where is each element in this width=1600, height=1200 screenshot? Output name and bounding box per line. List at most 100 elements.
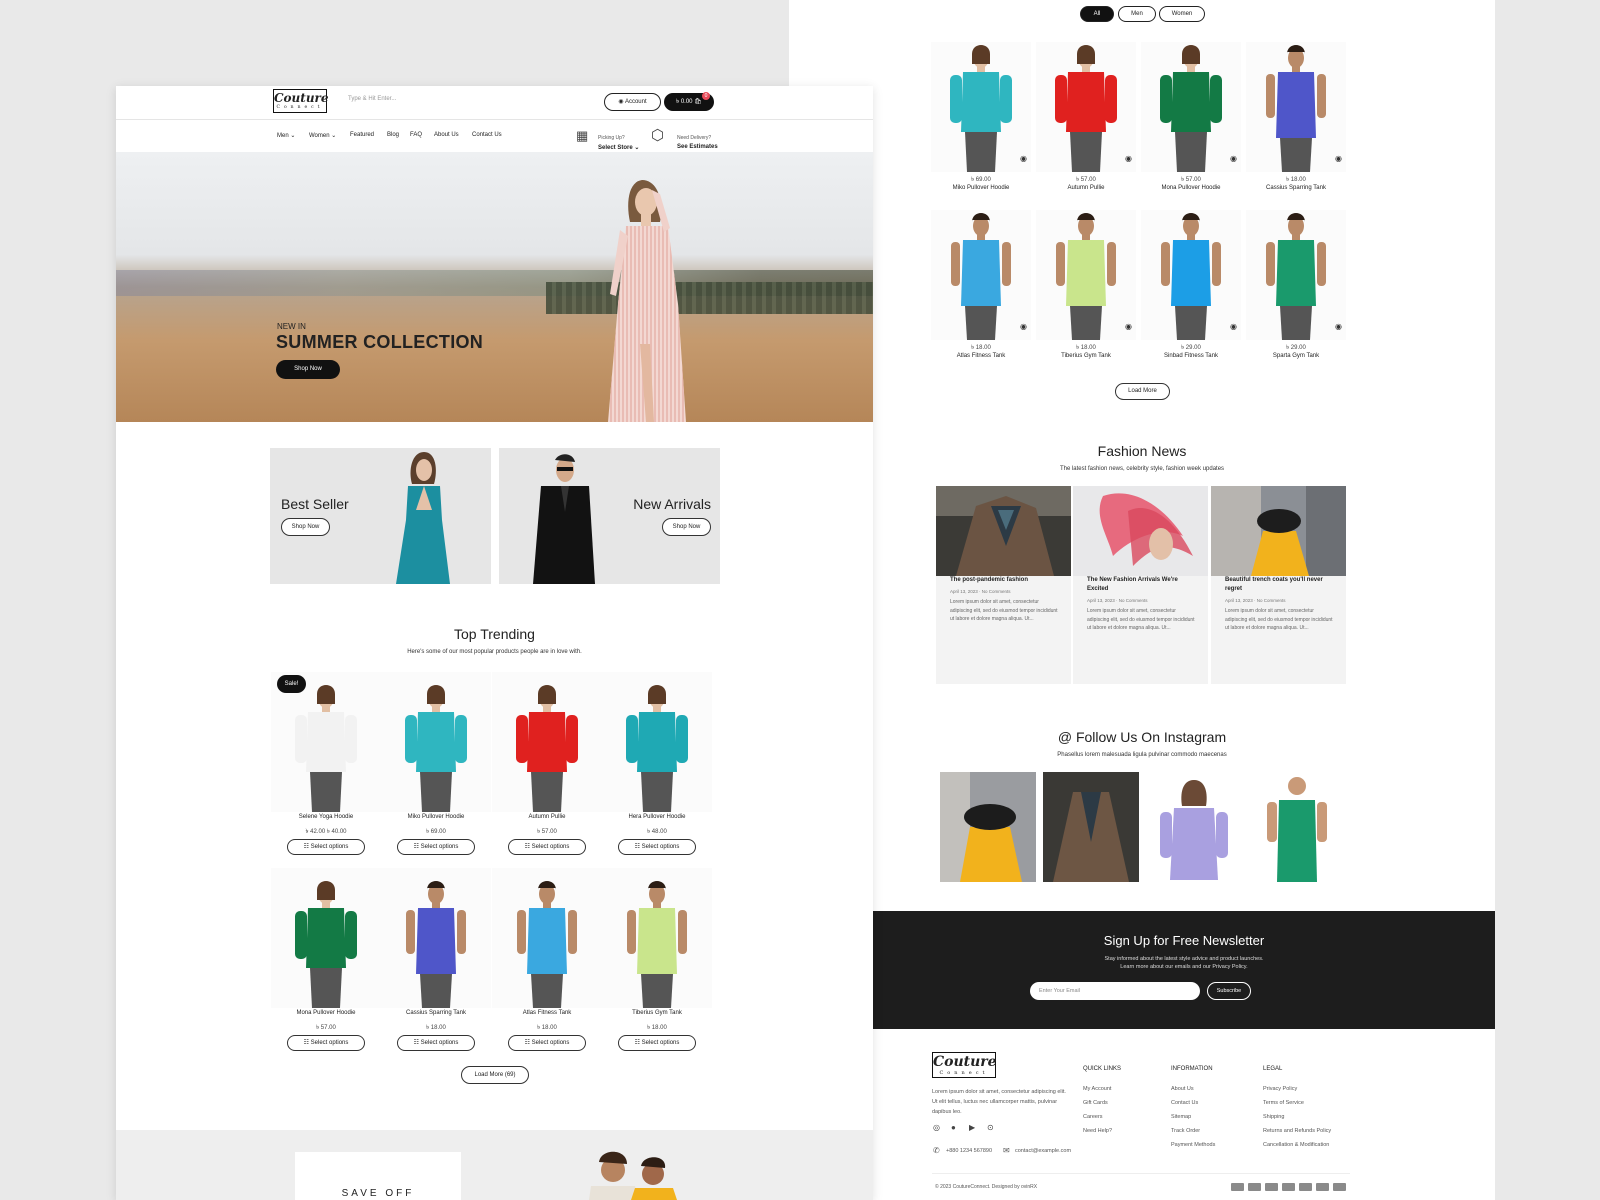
product-image[interactable] xyxy=(1141,42,1241,172)
product-name[interactable]: Mona Pullover Hoodie xyxy=(1141,185,1241,191)
product-image[interactable] xyxy=(602,868,712,1008)
product-card[interactable]: Mona Pullover Hoodie ৳ 57.00 ☷ Select opti… xyxy=(271,868,381,1056)
product-card[interactable]: ◉ ৳ 57.00 Mona Pullover Hoodie xyxy=(1141,42,1241,202)
footer-phone[interactable]: +880 1234 567890 xyxy=(946,1148,992,1154)
product-card[interactable]: ◉ ৳ 69.00 Miko Pullover Hoodie xyxy=(931,42,1031,202)
footer-link[interactable]: Privacy Policy xyxy=(1263,1086,1297,1092)
product-card[interactable]: ◉ ৳ 29.00 Sinbad Fitness Tank xyxy=(1141,210,1241,370)
product-card[interactable]: Tiberius Gym Tank ৳ 18.00 ☷ Select options xyxy=(602,868,712,1056)
pickup-select[interactable]: Picking Up? Select Store ⌄ xyxy=(598,126,639,151)
product-image[interactable] xyxy=(381,868,491,1008)
news-post-title[interactable]: Beautiful trench coats you'll never regr… xyxy=(1225,576,1335,594)
quick-view-icon[interactable]: ◉ xyxy=(1335,154,1342,163)
nav-item-contact[interactable]: Contact Us xyxy=(472,132,502,138)
product-image[interactable] xyxy=(1246,210,1346,340)
footer-link[interactable]: Need Help? xyxy=(1083,1128,1112,1134)
banner-shop-now-button[interactable]: Shop Now xyxy=(281,518,330,536)
subscribe-button[interactable]: Subscribe xyxy=(1207,982,1251,1000)
select-options-button[interactable]: ☷ Select options xyxy=(287,839,365,855)
news-post-title[interactable]: The post-pandemic fashion xyxy=(950,576,1060,585)
news-card[interactable]: The post-pandemic fashion April 13, 2023… xyxy=(936,486,1071,684)
select-options-button[interactable]: ☷ Select options xyxy=(397,1035,475,1051)
product-name[interactable]: Selene Yoga Hoodie xyxy=(271,814,381,820)
instagram-icon[interactable]: ◎ xyxy=(933,1123,940,1132)
nav-item-faq[interactable]: FAQ xyxy=(410,132,422,138)
news-card[interactable]: The New Fashion Arrivals We're Excited A… xyxy=(1073,486,1208,684)
product-name[interactable]: Miko Pullover Hoodie xyxy=(931,185,1031,191)
product-name[interactable]: Hera Pullover Hoodie xyxy=(602,814,712,820)
select-options-button[interactable]: ☷ Select options xyxy=(618,839,696,855)
pinterest-icon[interactable]: ⊙ xyxy=(987,1123,994,1132)
product-name[interactable]: Miko Pullover Hoodie xyxy=(381,814,491,820)
select-options-button[interactable]: ☷ Select options xyxy=(287,1035,365,1051)
product-image[interactable] xyxy=(1246,42,1346,172)
search-input[interactable]: Type & Hit Enter... xyxy=(348,96,396,102)
footer-link[interactable]: Payment Methods xyxy=(1171,1142,1215,1148)
product-image[interactable] xyxy=(602,672,712,812)
product-name[interactable]: Tiberius Gym Tank xyxy=(1036,353,1136,359)
product-name[interactable]: Atlas Fitness Tank xyxy=(492,1010,602,1016)
product-name[interactable]: Sparta Gym Tank xyxy=(1246,353,1346,359)
nav-item-men[interactable]: Men ⌄ xyxy=(277,132,295,139)
select-options-button[interactable]: ☷ Select options xyxy=(508,839,586,855)
facebook-icon[interactable]: ● xyxy=(951,1123,956,1132)
instagram-photo[interactable] xyxy=(1146,772,1242,882)
product-card[interactable]: ◉ ৳ 18.00 Tiberius Gym Tank xyxy=(1036,210,1136,370)
quick-view-icon[interactable]: ◉ xyxy=(1125,322,1132,331)
product-image[interactable] xyxy=(492,868,602,1008)
product-name[interactable]: Cassius Sparring Tank xyxy=(1246,185,1346,191)
product-card[interactable]: ◉ ৳ 29.00 Sparta Gym Tank xyxy=(1246,210,1346,370)
best-seller-banner[interactable]: Best Seller Shop Now xyxy=(270,448,491,584)
product-name[interactable]: Sinbad Fitness Tank xyxy=(1141,353,1241,359)
instagram-photo[interactable] xyxy=(1043,772,1139,882)
tab-all[interactable]: All xyxy=(1080,6,1114,22)
product-image[interactable] xyxy=(271,868,381,1008)
footer-link[interactable]: Terms of Service xyxy=(1263,1100,1304,1106)
footer-email[interactable]: contact@example.com xyxy=(1015,1148,1071,1154)
tab-men[interactable]: Men xyxy=(1118,6,1156,22)
product-card[interactable]: Hera Pullover Hoodie ৳ 48.00 ☷ Select opti… xyxy=(602,672,712,860)
youtube-icon[interactable]: ▶ xyxy=(969,1123,975,1132)
product-card[interactable]: ◉ ৳ 57.00 Autumn Pullie xyxy=(1036,42,1136,202)
footer-link[interactable]: Returns and Refunds Policy xyxy=(1263,1128,1331,1134)
footer-link[interactable]: Careers xyxy=(1083,1114,1103,1120)
instagram-photo[interactable] xyxy=(1249,772,1345,882)
quick-view-icon[interactable]: ◉ xyxy=(1020,322,1027,331)
newsletter-email-input[interactable]: Enter Your Email xyxy=(1030,982,1200,1000)
footer-link[interactable]: Shipping xyxy=(1263,1114,1284,1120)
product-card[interactable]: Miko Pullover Hoodie ৳ 69.00 ☷ Select opti… xyxy=(381,672,491,860)
product-name[interactable]: Mona Pullover Hoodie xyxy=(271,1010,381,1016)
instagram-photo[interactable] xyxy=(940,772,1036,882)
footer-link[interactable]: Cancellation & Modification xyxy=(1263,1142,1329,1148)
product-card[interactable]: Atlas Fitness Tank ৳ 18.00 ☷ Select option… xyxy=(492,868,602,1056)
quick-view-icon[interactable]: ◉ xyxy=(1230,154,1237,163)
product-image[interactable] xyxy=(271,672,381,812)
product-name[interactable]: Cassius Sparring Tank xyxy=(381,1010,491,1016)
product-image[interactable] xyxy=(1036,42,1136,172)
banner-shop-now-button[interactable]: Shop Now xyxy=(662,518,711,536)
product-image[interactable] xyxy=(492,672,602,812)
product-image[interactable] xyxy=(931,210,1031,340)
quick-view-icon[interactable]: ◉ xyxy=(1335,322,1342,331)
news-post-title[interactable]: The New Fashion Arrivals We're Excited xyxy=(1087,576,1197,594)
newsletter-privacy-line[interactable]: Learn more about our emails and our Priv… xyxy=(1120,964,1247,970)
footer-link[interactable]: Contact Us xyxy=(1171,1100,1198,1106)
nav-item-featured[interactable]: Featured xyxy=(350,132,374,138)
trending-load-more-button[interactable]: Load More (69) xyxy=(461,1066,529,1084)
product-card[interactable]: Autumn Pullie ৳ 57.00 ☷ Select options xyxy=(492,672,602,860)
product-card[interactable]: ◉ ৳ 18.00 Cassius Sparring Tank xyxy=(1246,42,1346,202)
quick-view-icon[interactable]: ◉ xyxy=(1125,154,1132,163)
select-options-button[interactable]: ☷ Select options xyxy=(397,839,475,855)
footer-link[interactable]: About Us xyxy=(1171,1086,1194,1092)
footer-link[interactable]: Track Order xyxy=(1171,1128,1200,1134)
product-card[interactable]: Selene Yoga Hoodie ৳ 42.00 ৳ 40.00 ☷ Selec… xyxy=(271,672,381,860)
product-image[interactable] xyxy=(931,42,1031,172)
header-logo[interactable]: Couture Connect xyxy=(273,89,329,113)
new-arrivals-banner[interactable]: New Arrivals Shop Now xyxy=(499,448,720,584)
news-card[interactable]: Beautiful trench coats you'll never regr… xyxy=(1211,486,1346,684)
product-image[interactable] xyxy=(1036,210,1136,340)
footer-link[interactable]: Gift Cards xyxy=(1083,1100,1108,1106)
account-button[interactable]: ◉ Account xyxy=(604,93,661,111)
product-image[interactable] xyxy=(1141,210,1241,340)
grid-load-more-button[interactable]: Load More xyxy=(1115,383,1170,400)
